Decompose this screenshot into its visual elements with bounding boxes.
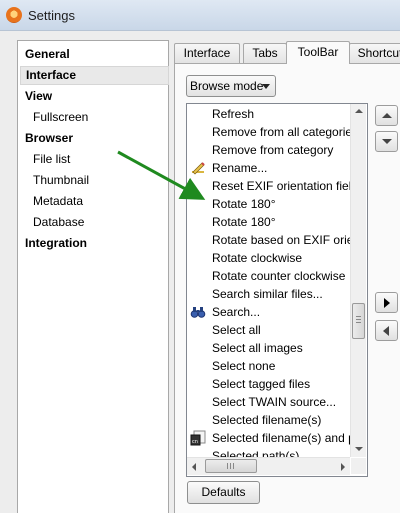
vertical-scroll-thumb[interactable] xyxy=(352,303,365,339)
list-item[interactable]: Refresh xyxy=(187,105,351,123)
list-item-label: Select all xyxy=(212,323,261,337)
category-item-database[interactable]: Database xyxy=(20,213,167,232)
list-item-label: Remove from all categories xyxy=(212,125,351,139)
horizontal-scroll-thumb[interactable] xyxy=(205,459,257,473)
title-bar: Settings xyxy=(0,0,400,31)
tab-interface[interactable]: Interface xyxy=(174,43,240,63)
arrow-up-icon xyxy=(382,113,392,118)
list-item[interactable]: Rotate based on EXIF orientation xyxy=(187,231,351,249)
chevron-down-icon xyxy=(262,84,270,89)
list-item-label: Select none xyxy=(212,359,276,373)
arrow-left-icon xyxy=(383,326,389,336)
category-item-general[interactable]: General xyxy=(20,45,167,64)
tab-tabs[interactable]: Tabs xyxy=(243,43,287,63)
scroll-left-arrow[interactable] xyxy=(187,459,202,474)
list-item-label: Reset EXIF orientation field xyxy=(212,179,351,193)
vertical-scrollbar[interactable] xyxy=(350,104,366,457)
tab-shortcut[interactable]: Shortcut xyxy=(349,43,400,63)
list-item[interactable]: Rotate 180° xyxy=(187,195,351,213)
clipboard-copy-icon: cn xyxy=(190,430,206,446)
list-item-label: Remove from category xyxy=(212,143,334,157)
list-item[interactable]: Rotate 180° xyxy=(187,213,351,231)
list-item-label: Search... xyxy=(212,305,261,319)
move-down-button[interactable] xyxy=(375,131,398,152)
category-item-view[interactable]: View xyxy=(20,87,167,106)
category-item-interface[interactable]: Interface xyxy=(20,66,169,85)
list-item[interactable]: Select all images xyxy=(187,339,351,357)
list-item-label: Search similar files... xyxy=(212,287,323,301)
list-item[interactable]: Select none xyxy=(187,357,351,375)
category-item-file-list[interactable]: File list xyxy=(20,150,167,169)
list-item[interactable]: Remove from category xyxy=(187,141,351,159)
defaults-button[interactable]: Defaults xyxy=(187,481,260,504)
list-item-label: Rotate counter clockwise xyxy=(212,269,346,283)
list-item[interactable]: Select all xyxy=(187,321,351,339)
mode-select[interactable]: Browse mode xyxy=(186,75,276,97)
list-item[interactable]: Search similar files... xyxy=(187,285,351,303)
scroll-down-arrow[interactable] xyxy=(351,442,366,457)
arrow-right-icon xyxy=(384,298,390,308)
list-item[interactable]: cn Selected filename(s) and path xyxy=(187,429,351,447)
list-item-label: Selected filename(s) and path xyxy=(212,431,351,445)
add-to-toolbar-button[interactable] xyxy=(375,292,398,313)
arrow-down-icon xyxy=(382,139,392,144)
app-logo-icon xyxy=(6,7,22,23)
list-item-label: Rotate 180° xyxy=(212,197,276,211)
category-tree: General Interface View Fullscreen Browser Fil… xyxy=(17,40,169,513)
action-list[interactable]: Refresh Remove from all categories Remove … xyxy=(186,103,368,477)
scroll-up-arrow[interactable] xyxy=(351,104,366,119)
category-item-metadata[interactable]: Metadata xyxy=(20,192,167,211)
mode-select-value: Browse mode xyxy=(190,79,264,93)
list-item[interactable]: Remove from all categories xyxy=(187,123,351,141)
list-item[interactable]: Select tagged files xyxy=(187,375,351,393)
category-item-fullscreen[interactable]: Fullscreen xyxy=(20,108,167,127)
list-item[interactable]: Selected filename(s) xyxy=(187,411,351,429)
scroll-corner xyxy=(351,458,366,474)
pencil-icon xyxy=(190,160,206,176)
list-item[interactable]: Select TWAIN source... xyxy=(187,393,351,411)
tab-toolbar[interactable]: ToolBar xyxy=(286,41,350,64)
binoculars-icon xyxy=(190,304,206,320)
list-item[interactable]: Search... xyxy=(187,303,351,321)
category-item-integration[interactable]: Integration xyxy=(20,234,167,253)
window-title: Settings xyxy=(28,8,75,23)
remove-from-toolbar-button[interactable] xyxy=(375,320,398,341)
list-item-label: Rotate based on EXIF orientation xyxy=(212,233,351,247)
scroll-right-arrow[interactable] xyxy=(335,459,350,474)
list-item[interactable]: Rotate counter clockwise xyxy=(187,267,351,285)
list-item-label: Select TWAIN source... xyxy=(212,395,337,409)
list-item-label: Selected filename(s) xyxy=(212,413,322,427)
move-up-button[interactable] xyxy=(375,105,398,126)
list-item-label: Select tagged files xyxy=(212,377,311,391)
category-item-browser[interactable]: Browser xyxy=(20,129,167,148)
list-item-label: Refresh xyxy=(212,107,255,121)
list-item[interactable]: Rotate clockwise xyxy=(187,249,351,267)
list-item-label: Rename... xyxy=(212,161,268,175)
list-item-label: Rotate 180° xyxy=(212,215,276,229)
svg-text:cn: cn xyxy=(192,439,198,445)
category-item-thumbnail[interactable]: Thumbnail xyxy=(20,171,167,190)
list-item-label: Rotate clockwise xyxy=(212,251,303,265)
list-item[interactable]: Reset EXIF orientation field xyxy=(187,177,351,195)
list-item[interactable]: Rename... xyxy=(187,159,351,177)
list-item-label: Select all images xyxy=(212,341,303,355)
